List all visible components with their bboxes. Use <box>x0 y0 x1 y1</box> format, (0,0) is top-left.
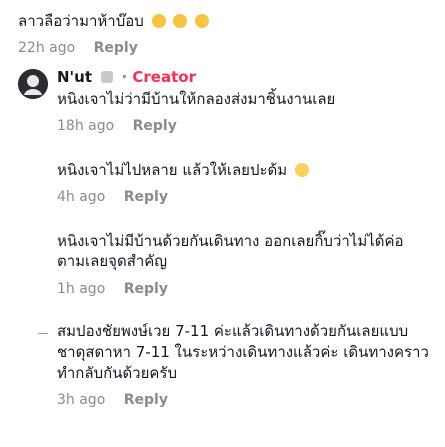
comment-meta: 4h ago Reply <box>57 189 168 205</box>
smiling-face-icon <box>294 163 309 177</box>
author-name[interactable]: N'ut <box>57 68 92 86</box>
comment-text: ลาวลือว่ามาห้าบ๊อบ <box>18 12 210 30</box>
timestamp: 3h ago <box>57 392 106 408</box>
comment-text-line: สมปองชัยพงษ์เวย 7-11 ค่ะแล้วเดินทางด้วยก… <box>57 322 409 340</box>
comment-text-line: ชาดุสดาหา 7-11 ในระหว่างเดินทางแล้วค่ะ เ… <box>57 343 429 361</box>
pleading-face-icon <box>195 14 210 28</box>
timestamp: 22h ago <box>18 40 76 56</box>
creator-badge: Creator <box>132 68 196 86</box>
timestamp: 4h ago <box>57 189 106 205</box>
comment-text: หนิงเจาไม่ว่ามีบ้านให้กลองส่งมาชิ้นงานเล… <box>57 90 336 108</box>
comment-text-line: ตามเลยจุดสำคัญ <box>57 252 168 270</box>
comment-text: หนิงเจาไม่ไปหลาย แล้วให้เลยปะด้ม <box>57 161 309 179</box>
comment-meta: 22h ago Reply <box>18 40 138 56</box>
comment-meta: 3h ago Reply <box>57 392 168 408</box>
thread-divider <box>38 333 48 334</box>
verified-icon <box>101 71 114 83</box>
comment-meta: 18h ago Reply <box>57 118 177 134</box>
timestamp: 18h ago <box>57 118 115 134</box>
author-row: N'ut · Creator <box>57 68 196 86</box>
reply-button[interactable]: Reply <box>133 118 177 134</box>
reply-button[interactable]: Reply <box>124 281 168 297</box>
avatar[interactable] <box>18 69 48 99</box>
comment-text-line: ทำกลับกันด้วยครับ <box>57 364 178 382</box>
pleading-face-icon <box>173 14 188 28</box>
comment-text-line: หนิงเจาไม่มีบ้านด้วยกันเดินทาง ออกเลยกิ๊… <box>57 232 404 250</box>
timestamp: 1h ago <box>57 281 106 297</box>
reply-button[interactable]: Reply <box>124 392 168 408</box>
comment-meta: 1h ago Reply <box>57 281 168 297</box>
reply-button[interactable]: Reply <box>94 40 138 56</box>
pleading-face-icon <box>151 14 166 28</box>
reply-button[interactable]: Reply <box>124 189 168 205</box>
